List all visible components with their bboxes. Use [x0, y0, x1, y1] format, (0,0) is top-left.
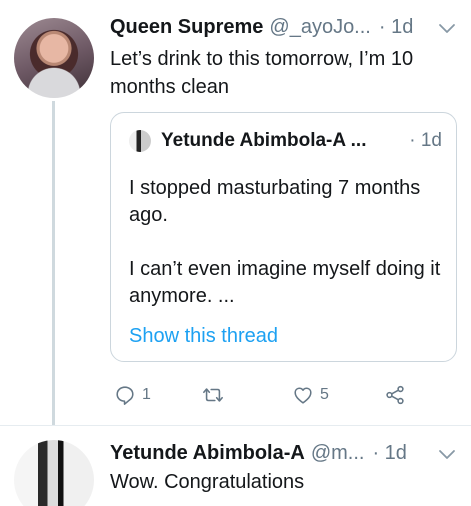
quoted-tweet[interactable]: Yetunde Abimbola-A ... · 1d I stopped ma… — [110, 112, 457, 362]
heart-icon — [294, 387, 312, 404]
thread-connector-line — [52, 101, 55, 425]
quoted-text: I stopped masturbating 7 months ago. I c… — [129, 175, 449, 310]
tweet[interactable]: Queen Supreme @_ayoJo... · 1d Let’s drin… — [0, 0, 471, 425]
avatar[interactable] — [14, 440, 94, 506]
quoted-timestamp[interactable]: · 1d — [409, 127, 442, 155]
reply-count: 1 — [142, 386, 151, 403]
tweet-actions: 1 5 — [110, 380, 450, 410]
show-thread-link[interactable]: Show this thread — [129, 325, 278, 348]
quoted-author-name[interactable]: Yetunde Abimbola-A ... — [161, 130, 367, 152]
chevron-down-icon[interactable] — [437, 18, 457, 38]
quoted-paragraph: I stopped masturbating 7 months ago. — [129, 177, 421, 226]
reply-button[interactable]: 1 — [114, 380, 151, 410]
quoted-avatar[interactable] — [129, 130, 151, 152]
avatar[interactable] — [14, 18, 94, 98]
retweet-icon — [203, 388, 223, 402]
author-name[interactable]: Queen Supreme — [110, 16, 263, 39]
tweet-timestamp[interactable]: · 1d — [379, 16, 413, 39]
reply-icon — [116, 386, 134, 405]
tweet-header: Yetunde Abimbola-A @m... · 1d — [110, 438, 407, 468]
tweet[interactable]: Yetunde Abimbola-A @m... · 1d Wow. Congr… — [0, 425, 471, 506]
chevron-down-icon[interactable] — [437, 444, 457, 464]
author-handle[interactable]: @m... — [311, 442, 365, 465]
author-name[interactable]: Yetunde Abimbola-A — [110, 442, 305, 465]
quoted-header: Yetunde Abimbola-A ... — [161, 127, 367, 155]
tweet-text: Wow. Congratulations — [110, 471, 305, 493]
like-button[interactable]: 5 — [292, 380, 329, 410]
tweet-text: Let’s drink to this tomorrow, I’m 10 mon… — [110, 48, 414, 98]
tweet-header: Queen Supreme @_ayoJo... · 1d — [110, 12, 413, 42]
quoted-paragraph: I can’t even imagine myself doing it any… — [129, 258, 441, 307]
share-icon — [386, 385, 404, 405]
like-count: 5 — [320, 386, 329, 403]
tweet-timestamp[interactable]: · 1d — [372, 442, 406, 465]
author-handle[interactable]: @_ayoJo... — [269, 16, 370, 39]
share-button[interactable] — [384, 380, 406, 410]
retweet-button[interactable] — [202, 380, 230, 410]
